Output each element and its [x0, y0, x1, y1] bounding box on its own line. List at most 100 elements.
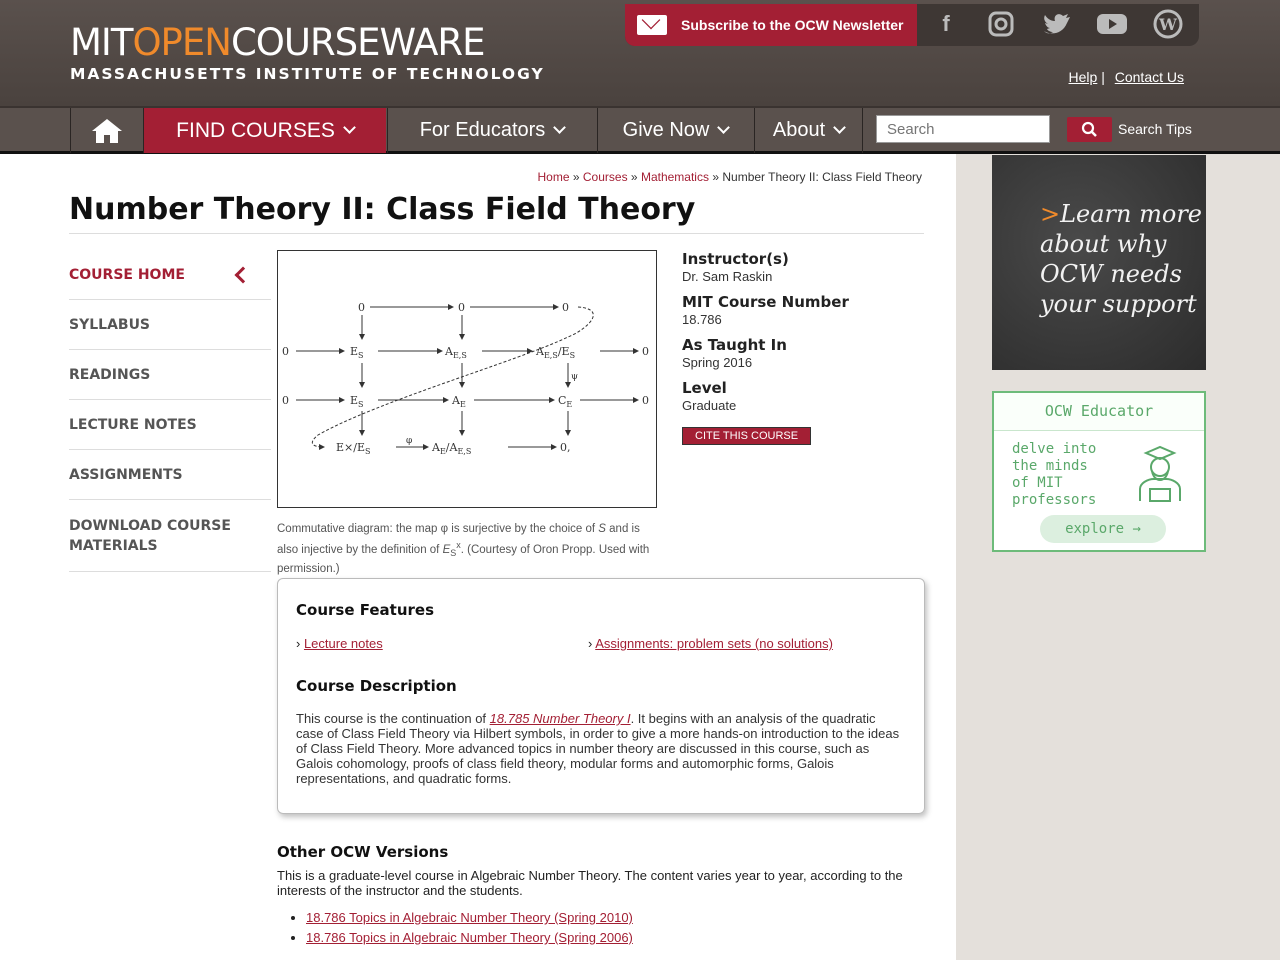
course-nav-item-readings[interactable]: READINGS: [69, 350, 271, 400]
taught-in-label: As Taught In: [682, 336, 787, 354]
list-item: 18.786 Topics in Algebraic Number Theory…: [306, 928, 927, 948]
nav-find-courses[interactable]: FIND COURSES: [143, 108, 386, 153]
level-value: Graduate: [682, 398, 737, 413]
logo-open: OPEN: [132, 21, 231, 64]
divider: [69, 233, 924, 234]
course-nav-item-lecture-notes[interactable]: LECTURE NOTES: [69, 400, 271, 450]
other-versions-text: This is a graduate-level course in Algeb…: [277, 868, 903, 898]
other-version-link[interactable]: 18.786 Topics in Algebraic Number Theory…: [306, 910, 633, 925]
caption-s: S: [598, 523, 606, 535]
svg-text:E×/ES: E×/ES: [336, 441, 370, 456]
breadcrumb-home[interactable]: Home: [538, 170, 570, 184]
subscribe-button[interactable]: Subscribe to the OCW Newsletter: [625, 4, 917, 46]
svg-text:ES: ES: [350, 394, 364, 409]
logo-subtitle: MASSACHUSETTS INSTITUTE OF TECHNOLOGY: [70, 65, 545, 83]
breadcrumb-sep: »: [572, 170, 580, 184]
course-nav-item-syllabus[interactable]: SYLLABUS: [69, 300, 271, 350]
nav-about-label: About: [772, 119, 826, 141]
subscribe-label: Subscribe to the OCW Newsletter: [681, 17, 904, 33]
educator-text: delve into the minds of MIT professors: [1012, 441, 1096, 509]
nav-give-now-label: Give Now: [622, 119, 710, 141]
chevron-left-icon: [234, 266, 252, 284]
feature-link-assignments[interactable]: Assignments: problem sets (no solutions): [595, 636, 833, 651]
facebook-icon[interactable]: f: [928, 8, 964, 40]
course-nav-item-course-home[interactable]: COURSE HOME: [69, 250, 271, 300]
instructor-value: Dr. Sam Raskin: [682, 269, 773, 284]
educator-line: professors: [1012, 492, 1097, 508]
main-nav: FIND COURSES For Educators Give Now Abou…: [0, 106, 1280, 154]
svg-text:W: W: [1158, 15, 1178, 34]
commutative-diagram-image: 0 0 0 0 ES AE,S AE,S/ES 0 ψ 0 ES AE CE 0 E×/…: [277, 250, 657, 508]
nav-about[interactable]: About: [754, 108, 863, 153]
svg-text:ψ: ψ: [571, 372, 578, 382]
caption-text: Commutative diagram: the map φ is surjec…: [277, 523, 599, 535]
svg-text:0: 0: [642, 345, 649, 358]
course-number-label: MIT Course Number: [682, 293, 849, 311]
number-theory-i-link[interactable]: 18.785 Number Theory I: [490, 711, 631, 726]
ocw-educator-banner[interactable]: OCW Educator delve into the minds of MIT…: [992, 391, 1206, 552]
feature-item: › Lecture notes: [296, 636, 383, 651]
level-label: Level: [682, 379, 727, 397]
chalk-line: >Learn more: [1040, 199, 1202, 229]
chevron-down-icon: [553, 121, 567, 134]
breadcrumb-sep: »: [712, 170, 720, 184]
logo-mit: MIT: [70, 21, 133, 64]
feature-item: › Assignments: problem sets (no solution…: [588, 636, 833, 651]
instagram-icon[interactable]: [983, 8, 1019, 40]
mit-ocw-logo[interactable]: MITOPENCOURSEWARE MASSACHUSETTS INSTITUT…: [70, 21, 545, 84]
search-icon: [1081, 121, 1097, 137]
svg-text:0: 0: [282, 345, 289, 358]
instructor-label: Instructor(s): [682, 250, 789, 268]
support-ocw-banner[interactable]: >Learn more about why OCW needs your sup…: [992, 155, 1206, 370]
breadcrumb: Home » Courses » Mathematics » Number Th…: [538, 170, 923, 184]
breadcrumb-current: Number Theory II: Class Field Theory: [722, 170, 922, 184]
svg-text:AE: AE: [451, 394, 466, 409]
course-description-heading: Course Description: [296, 677, 457, 695]
taught-in-value: Spring 2016: [682, 355, 753, 370]
svg-text:0,: 0,: [560, 441, 571, 454]
chevron-down-icon: [342, 121, 356, 134]
course-nav-label: COURSE HOME: [69, 267, 185, 283]
search-input[interactable]: [876, 115, 1050, 143]
chevron-down-icon: [717, 121, 731, 134]
course-features-heading: Course Features: [296, 601, 434, 619]
breadcrumb-sep: »: [630, 170, 638, 184]
youtube-icon[interactable]: [1094, 8, 1130, 40]
home-button[interactable]: [70, 108, 142, 153]
explore-button[interactable]: explore →: [1040, 515, 1166, 543]
educator-line: delve into: [1012, 441, 1097, 457]
chalk-arrow: >: [1040, 200, 1061, 228]
nav-for-educators[interactable]: For Educators: [387, 108, 596, 153]
search-tips-link[interactable]: Search Tips: [1118, 121, 1192, 137]
course-nav-item-download[interactable]: DOWNLOAD COURSE MATERIALS: [69, 500, 271, 572]
help-link[interactable]: Help: [1069, 69, 1098, 85]
svg-text:ES: ES: [350, 345, 364, 360]
other-versions: Other OCW Versions This is a graduate-le…: [277, 843, 927, 948]
svg-text:AE,S: AE,S: [444, 345, 467, 360]
course-features-box: Course Features › Lecture notes › Assign…: [277, 578, 925, 814]
wordpress-icon[interactable]: W: [1150, 8, 1186, 40]
top-links: Help | Contact Us: [1069, 69, 1184, 85]
breadcrumb-mathematics[interactable]: Mathematics: [641, 170, 709, 184]
description-text: This course is the continuation of: [296, 711, 490, 726]
educator-line: of MIT: [1012, 475, 1063, 491]
chalk-line: OCW needs: [1040, 260, 1182, 288]
course-nav-item-assignments[interactable]: ASSIGNMENTS: [69, 450, 271, 500]
svg-text:0: 0: [282, 394, 289, 407]
feature-list: › Lecture notes › Assignments: problem s…: [296, 636, 906, 656]
educator-line: the minds: [1012, 458, 1088, 474]
chevron-down-icon: [833, 121, 846, 134]
other-version-link[interactable]: 18.786 Topics in Algebraic Number Theory…: [306, 930, 633, 945]
cite-course-button[interactable]: CITE THIS COURSE: [682, 427, 812, 445]
nav-give-now[interactable]: Give Now: [597, 108, 753, 153]
feature-link-lecture-notes[interactable]: Lecture notes: [304, 636, 383, 651]
search-button[interactable]: [1067, 117, 1112, 142]
course-nav: COURSE HOME SYLLABUS READINGS LECTURE NO…: [69, 250, 271, 572]
other-versions-heading: Other OCW Versions: [277, 843, 449, 861]
breadcrumb-courses[interactable]: Courses: [583, 170, 628, 184]
svg-text:φ: φ: [406, 436, 412, 446]
twitter-icon[interactable]: [1039, 8, 1075, 40]
nav-find-courses-label: FIND COURSES: [176, 118, 335, 142]
course-number-value: 18.786: [682, 312, 722, 327]
contact-link[interactable]: Contact Us: [1115, 69, 1184, 85]
